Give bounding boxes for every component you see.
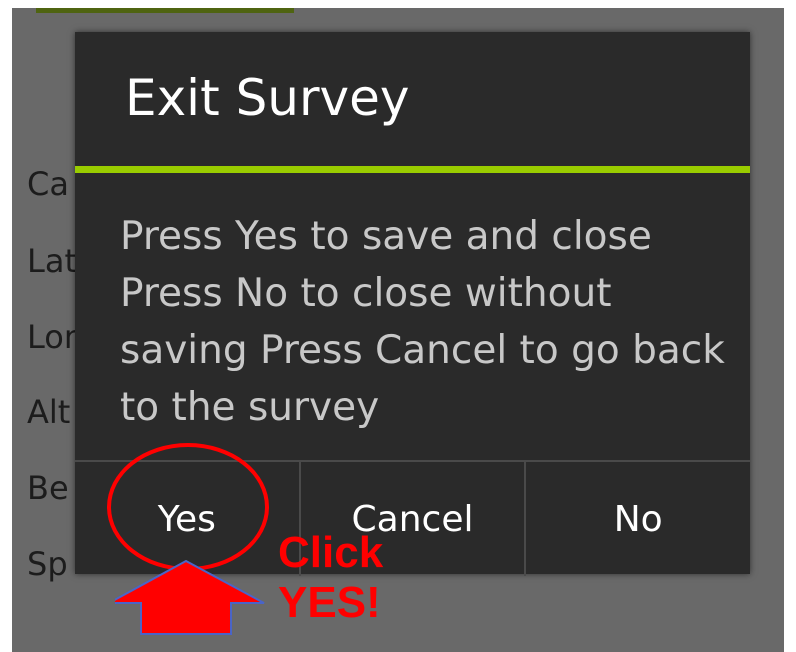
title-divider xyxy=(75,166,750,173)
annotation-line: YES! xyxy=(278,578,381,627)
background-label: Ca xyxy=(27,165,69,203)
no-button[interactable]: No xyxy=(524,462,750,576)
annotation-circle xyxy=(107,443,269,571)
dialog-message: Press Yes to save and close Press No to … xyxy=(120,214,725,430)
background-label: Sp xyxy=(27,545,68,583)
dialog-title: Exit Survey xyxy=(125,69,410,127)
up-arrow-icon xyxy=(115,560,265,635)
background-label: Lat xyxy=(27,242,77,280)
background-green-bar xyxy=(36,8,294,13)
background-label: Alt xyxy=(27,393,71,431)
annotation-text: Click YES! xyxy=(278,528,383,628)
background-label: Be xyxy=(27,469,69,507)
annotation-line: Click xyxy=(278,528,384,577)
